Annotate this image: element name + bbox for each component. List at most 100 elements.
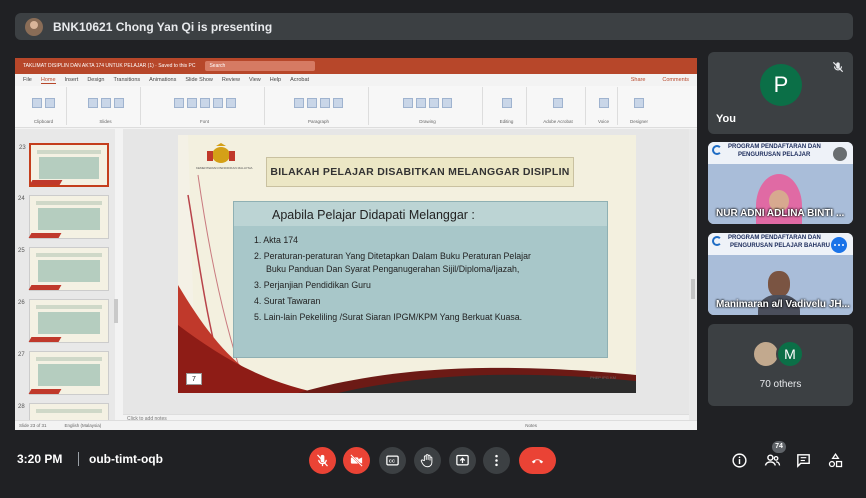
list-item: Buku Panduan Dan Syarat Penganugerahan S…: [266, 264, 520, 274]
meet-window: BNK10621 Chong Yan Qi is presenting TAKL…: [0, 0, 866, 498]
slide-page-number: 7: [186, 373, 202, 385]
slide-thumbnail: 25: [18, 247, 109, 291]
chat-icon: [796, 453, 810, 468]
slide-content-box: Apabila Pelajar Didapati Melanggar : 1. …: [233, 201, 608, 358]
mic-off-icon: [317, 454, 328, 467]
ribbon-group: Editing: [487, 87, 527, 125]
ppt-menu-view: View: [248, 77, 261, 83]
more-options-button[interactable]: [483, 447, 510, 474]
activities-icon: [828, 452, 842, 467]
slide-thumbnail: 27: [18, 351, 109, 395]
participant-tile-video[interactable]: PROGRAM PENDAFTARAN DAN PENGURUSAN PELAJ…: [708, 142, 853, 224]
participant-tile-you[interactable]: P You: [708, 52, 853, 134]
participant-name: NUR ADNI ADLINA BINTI ...: [716, 208, 845, 219]
participant-name: Manimaran a/l Vadivelu JH...: [716, 299, 850, 310]
ppt-menu-review: Review: [221, 77, 240, 83]
slide-list: 1. Akta 174 2. Peraturan-peraturan Yang …: [254, 235, 531, 328]
org-logo-icon: [712, 236, 722, 246]
ministry-logo-icon: [207, 143, 235, 163]
more-options-icon[interactable]: [831, 237, 847, 253]
ppt-title-bar: TAKLIMAT DISIPLIN DAN AKTA 174 UNTUK PEL…: [15, 58, 697, 74]
ppt-comments: Comments: [662, 77, 689, 83]
people-count-badge: 74: [772, 441, 786, 453]
svg-text:CC: CC: [389, 458, 396, 463]
divider: [78, 452, 79, 466]
captions-button[interactable]: CC: [379, 447, 406, 474]
ribbon-group: Voice: [590, 87, 618, 125]
ribbon-group: Drawing: [373, 87, 483, 125]
slide-scrollbar: [689, 129, 697, 420]
list-item: 2. Peraturan-peraturan Yang Ditetapkan D…: [254, 251, 531, 261]
others-count: 70 others: [759, 379, 802, 390]
others-tile[interactable]: M 70 others: [708, 324, 853, 406]
camera-off-icon: [350, 454, 363, 467]
ribbon-group: Paragraph: [269, 87, 369, 125]
slide-editor: KEMENTERIAN PENDIDIKAN MALAYSIA BILAKAH …: [123, 129, 689, 414]
present-button[interactable]: [449, 447, 476, 474]
list-item: 4. Surat Tawaran: [254, 296, 321, 306]
meeting-code: oub-timt-oqb: [89, 452, 163, 466]
ppt-menu-slideshow: Slide Show: [185, 77, 213, 83]
ribbon-group: Designer: [622, 87, 656, 125]
video-banner: PROGRAM PENDAFTARAN DAN PENGURUSAN PELAJ…: [708, 142, 853, 164]
ppt-menu-animations: Animations: [149, 77, 177, 83]
camera-toggle-button[interactable]: [343, 447, 370, 474]
ppt-menu-help: Help: [269, 77, 282, 83]
mic-toggle-button[interactable]: [309, 447, 336, 474]
present-screen-icon: [456, 454, 469, 466]
status-slide-count: Slide 23 of 31: [19, 423, 47, 428]
slide-thumbnails: 23 24 25 26 27 28: [15, 129, 118, 430]
thumbnail-scrollbar: [114, 299, 118, 323]
presenting-banner: BNK10621 Chong Yan Qi is presenting: [15, 13, 853, 40]
ppt-title-text: TAKLIMAT DISIPLIN DAN AKTA 174 UNTUK PEL…: [23, 63, 196, 69]
shared-screen: TAKLIMAT DISIPLIN DAN AKTA 174 UNTUK PEL…: [15, 58, 697, 430]
status-notes: Notes: [525, 423, 537, 428]
slide-title: BILAKAH PELAJAR DISABITKAN MELANGGAR DIS…: [270, 166, 570, 178]
clock: 3:20 PM: [17, 452, 63, 466]
ppt-menu-bar: File Home Insert Design Transitions Anim…: [15, 74, 697, 86]
captions-icon: CC: [386, 455, 399, 466]
list-item: 3. Perjanjian Pendidikan Guru: [254, 280, 371, 290]
info-icon: [731, 452, 747, 468]
ppt-status-bar: Slide 23 of 31 English (Malaysia) Notes: [15, 420, 697, 430]
activities-button[interactable]: [825, 450, 845, 470]
ppt-ribbon: Clipboard Slides Font Paragraph Drawing …: [15, 86, 697, 128]
meeting-info-button[interactable]: [729, 450, 749, 470]
people-button[interactable]: [762, 450, 782, 470]
ribbon-group: Font: [145, 87, 265, 125]
slide-title-box: BILAKAH PELAJAR DISABITKAN MELANGGAR DIS…: [266, 157, 574, 187]
slide-thumbnail: 24: [18, 195, 109, 239]
raise-hand-button[interactable]: [414, 447, 441, 474]
slide-thumbnail: 23: [19, 143, 109, 187]
slide-thumbnail: 26: [18, 299, 109, 343]
slide-heading: Apabila Pelajar Didapati Melanggar :: [272, 208, 475, 222]
presenting-text: BNK10621 Chong Yan Qi is presenting: [53, 19, 273, 34]
slide-footer: PHEP IPG KM: [590, 375, 616, 380]
ppt-menu-home: Home: [40, 76, 56, 84]
mic-off-icon: [833, 147, 847, 161]
mic-off-icon: [832, 61, 844, 73]
ppt-menu-design: Design: [87, 77, 105, 83]
presenter-avatar: [25, 17, 43, 36]
status-language: English (Malaysia): [64, 423, 102, 428]
participant-tile-video[interactable]: PROGRAM PENDAFTARAN DAN PENGURUSAN PELAJ…: [708, 233, 853, 315]
avatar: M: [776, 340, 804, 368]
leave-call-button[interactable]: [519, 447, 556, 474]
avatar: P: [760, 64, 802, 106]
ribbon-group: Clipboard: [21, 87, 67, 125]
logo-caption: KEMENTERIAN PENDIDIKAN MALAYSIA: [196, 166, 253, 170]
ppt-menu-file: File: [23, 77, 32, 83]
ppt-share: Share: [630, 77, 646, 83]
hang-up-icon: [531, 459, 544, 464]
control-bar: 3:20 PM oub-timt-oqb CC: [0, 440, 866, 480]
participant-name: You: [716, 113, 736, 125]
org-logo-icon: [712, 145, 722, 155]
list-item: 1. Akta 174: [254, 235, 299, 245]
ribbon-group: Adobe Acrobat: [531, 87, 586, 125]
chat-button[interactable]: [793, 450, 813, 470]
ribbon-group: Slides: [71, 87, 141, 125]
more-vert-icon: [495, 454, 498, 467]
current-slide: KEMENTERIAN PENDIDIKAN MALAYSIA BILAKAH …: [178, 135, 636, 393]
hand-icon: [420, 454, 433, 468]
ppt-menu-transitions: Transitions: [113, 77, 141, 83]
